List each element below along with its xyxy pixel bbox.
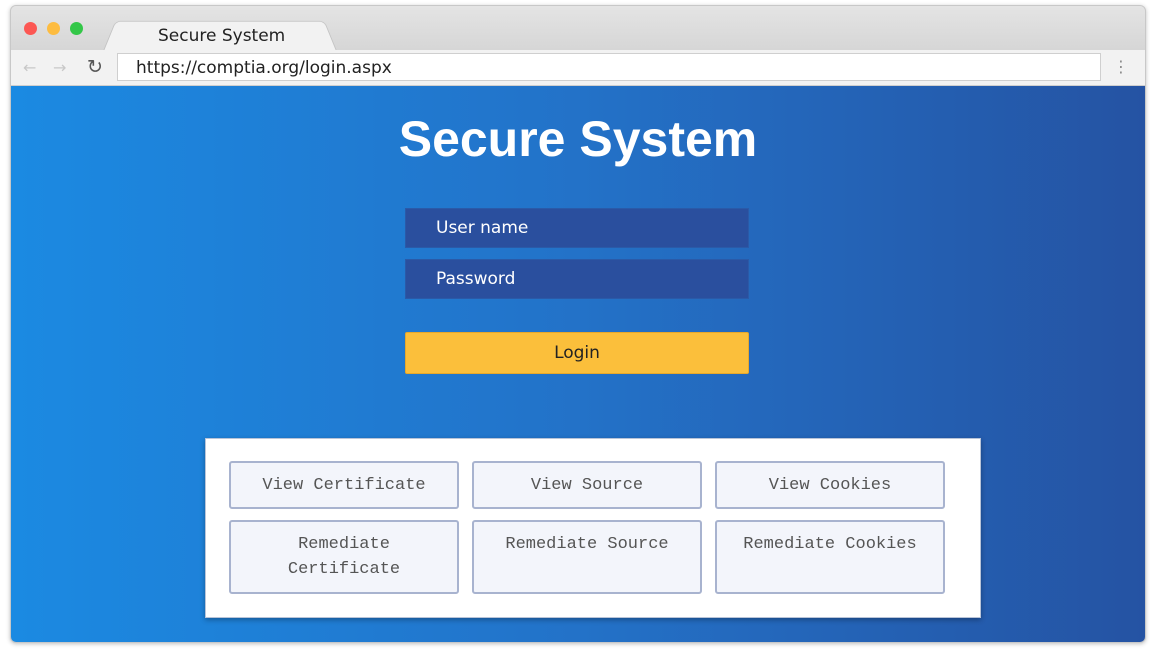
address-bar: ← → ↻ https://comptia.org/login.aspx ⋮ [11, 50, 1145, 86]
forward-icon[interactable]: → [53, 58, 66, 77]
minimize-window-button[interactable] [47, 22, 60, 35]
view-source-button[interactable]: View Source [472, 461, 702, 509]
tab-bar: Secure System [11, 6, 1145, 51]
username-input[interactable]: User name [405, 208, 749, 248]
kebab-menu-icon[interactable]: ⋮ [1113, 57, 1129, 76]
reload-icon[interactable]: ↻ [87, 56, 103, 78]
actions-panel: View Certificate View Source View Cookie… [205, 438, 981, 618]
browser-window: Secure System ← → ↻ https://comptia.org/… [10, 5, 1146, 643]
maximize-window-button[interactable] [70, 22, 83, 35]
password-input[interactable]: Password [405, 259, 749, 299]
back-icon[interactable]: ← [23, 58, 36, 77]
close-window-button[interactable] [24, 22, 37, 35]
remediate-source-button[interactable]: Remediate Source [472, 520, 702, 594]
url-input[interactable]: https://comptia.org/login.aspx [117, 53, 1101, 81]
view-cookies-button[interactable]: View Cookies [715, 461, 945, 509]
page-title: Secure System [398, 111, 758, 167]
remediate-cookies-button[interactable]: Remediate Cookies [715, 520, 945, 594]
view-certificate-button[interactable]: View Certificate [229, 461, 459, 509]
tab-title: Secure System [158, 26, 286, 46]
page-content: Secure System User name Password Login V… [11, 86, 1145, 642]
remediate-certificate-button[interactable]: Remediate Certificate [229, 520, 459, 594]
login-button[interactable]: Login [405, 332, 749, 374]
